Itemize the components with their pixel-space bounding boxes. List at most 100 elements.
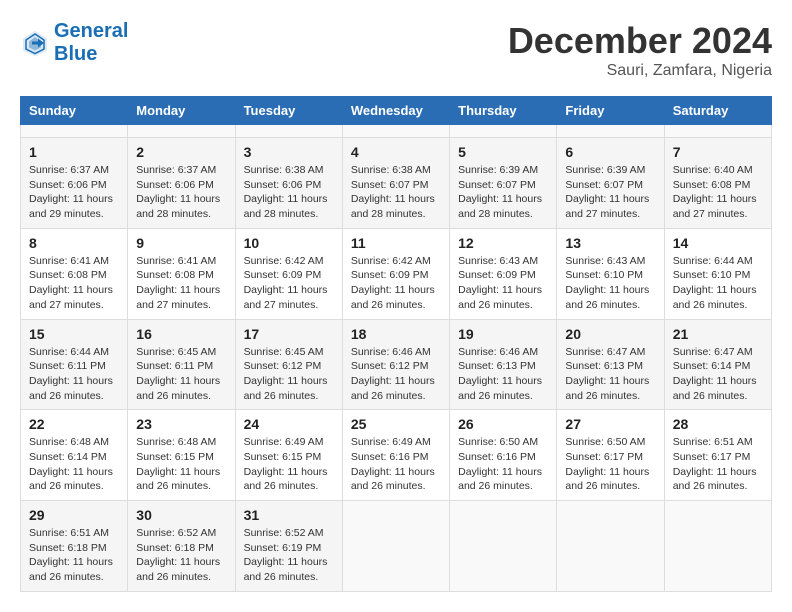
calendar-cell: 8Sunrise: 6:41 AMSunset: 6:08 PMDaylight…	[21, 228, 128, 319]
day-number: 22	[29, 416, 119, 432]
calendar-cell: 30 Sunrise: 6:52 AMSunset: 6:18 PMDayligh…	[128, 501, 235, 592]
day-number: 9	[136, 235, 226, 251]
day-info: Sunrise: 6:37 AMSunset: 6:06 PMDaylight:…	[136, 163, 226, 222]
day-info: Sunrise: 6:45 AMSunset: 6:12 PMDaylight:…	[244, 345, 334, 404]
page-header: General Blue December 2024 Sauri, Zamfar…	[20, 20, 772, 80]
calendar-cell	[342, 125, 449, 138]
day-info: Sunrise: 6:38 AMSunset: 6:07 PMDaylight:…	[351, 163, 441, 222]
column-header-wednesday: Wednesday	[342, 97, 449, 125]
day-number: 23	[136, 416, 226, 432]
calendar-week-5: 22Sunrise: 6:48 AMSunset: 6:14 PMDayligh…	[21, 410, 772, 501]
calendar-cell: 1 Sunrise: 6:37 AMSunset: 6:06 PMDaylight…	[21, 138, 128, 229]
calendar-cell: 6Sunrise: 6:39 AMSunset: 6:07 PMDaylight…	[557, 138, 664, 229]
calendar-cell: 13Sunrise: 6:43 AMSunset: 6:10 PMDayligh…	[557, 228, 664, 319]
calendar-cell	[557, 125, 664, 138]
month-title: December 2024	[508, 20, 772, 62]
column-header-friday: Friday	[557, 97, 664, 125]
day-number: 25	[351, 416, 441, 432]
calendar-cell: 28Sunrise: 6:51 AMSunset: 6:17 PMDayligh…	[664, 410, 771, 501]
day-info: Sunrise: 6:46 AMSunset: 6:13 PMDaylight:…	[458, 345, 548, 404]
day-number: 1	[29, 144, 119, 160]
day-number: 26	[458, 416, 548, 432]
day-number: 7	[673, 144, 763, 160]
day-info: Sunrise: 6:40 AMSunset: 6:08 PMDaylight:…	[673, 163, 763, 222]
calendar-cell	[664, 501, 771, 592]
day-number: 16	[136, 326, 226, 342]
day-number: 24	[244, 416, 334, 432]
logo-general: General	[54, 20, 128, 42]
day-number: 30	[136, 507, 226, 523]
calendar-cell: 4 Sunrise: 6:38 AMSunset: 6:07 PMDaylight…	[342, 138, 449, 229]
day-info: Sunrise: 6:51 AMSunset: 6:18 PMDaylight:…	[29, 526, 119, 585]
calendar-cell: 19 Sunrise: 6:46 AMSunset: 6:13 PMDayligh…	[450, 319, 557, 410]
calendar-cell: 2 Sunrise: 6:37 AMSunset: 6:06 PMDaylight…	[128, 138, 235, 229]
day-number: 31	[244, 507, 334, 523]
calendar-cell: 29 Sunrise: 6:51 AMSunset: 6:18 PMDayligh…	[21, 501, 128, 592]
day-info: Sunrise: 6:39 AMSunset: 6:07 PMDaylight:…	[565, 163, 655, 222]
calendar-cell	[21, 125, 128, 138]
day-info: Sunrise: 6:48 AMSunset: 6:15 PMDaylight:…	[136, 435, 226, 494]
title-block: December 2024 Sauri, Zamfara, Nigeria	[508, 20, 772, 80]
day-info: Sunrise: 6:52 AMSunset: 6:18 PMDaylight:…	[136, 526, 226, 585]
day-info: Sunrise: 6:39 AMSunset: 6:07 PMDaylight:…	[458, 163, 548, 222]
calendar-cell: 26 Sunrise: 6:50 AMSunset: 6:16 PMDayligh…	[450, 410, 557, 501]
day-info: Sunrise: 6:37 AMSunset: 6:06 PMDaylight:…	[29, 163, 119, 222]
calendar-cell	[450, 501, 557, 592]
day-number: 27	[565, 416, 655, 432]
calendar-cell	[664, 125, 771, 138]
day-info: Sunrise: 6:52 AMSunset: 6:19 PMDaylight:…	[244, 526, 334, 585]
day-info: Sunrise: 6:43 AMSunset: 6:09 PMDaylight:…	[458, 254, 548, 313]
day-info: Sunrise: 6:47 AMSunset: 6:13 PMDaylight:…	[565, 345, 655, 404]
calendar-cell	[342, 501, 449, 592]
calendar-cell: 15 Sunrise: 6:44 AMSunset: 6:11 PMDayligh…	[21, 319, 128, 410]
calendar-cell: 27Sunrise: 6:50 AMSunset: 6:17 PMDayligh…	[557, 410, 664, 501]
calendar-cell	[557, 501, 664, 592]
calendar-header-row: SundayMondayTuesdayWednesdayThursdayFrid…	[21, 97, 772, 125]
day-number: 17	[244, 326, 334, 342]
day-number: 29	[29, 507, 119, 523]
day-info: Sunrise: 6:49 AMSunset: 6:16 PMDaylight:…	[351, 435, 441, 494]
day-number: 5	[458, 144, 548, 160]
day-info: Sunrise: 6:41 AMSunset: 6:08 PMDaylight:…	[136, 254, 226, 313]
day-info: Sunrise: 6:44 AMSunset: 6:11 PMDaylight:…	[29, 345, 119, 404]
calendar-cell: 12 Sunrise: 6:43 AMSunset: 6:09 PMDayligh…	[450, 228, 557, 319]
day-info: Sunrise: 6:46 AMSunset: 6:12 PMDaylight:…	[351, 345, 441, 404]
column-header-monday: Monday	[128, 97, 235, 125]
logo-icon	[20, 28, 50, 58]
day-number: 13	[565, 235, 655, 251]
calendar-week-3: 8Sunrise: 6:41 AMSunset: 6:08 PMDaylight…	[21, 228, 772, 319]
day-info: Sunrise: 6:50 AMSunset: 6:16 PMDaylight:…	[458, 435, 548, 494]
day-number: 2	[136, 144, 226, 160]
calendar-cell: 31 Sunrise: 6:52 AMSunset: 6:19 PMDayligh…	[235, 501, 342, 592]
calendar-cell: 3 Sunrise: 6:38 AMSunset: 6:06 PMDaylight…	[235, 138, 342, 229]
calendar-cell: 11Sunrise: 6:42 AMSunset: 6:09 PMDayligh…	[342, 228, 449, 319]
calendar-table: SundayMondayTuesdayWednesdayThursdayFrid…	[20, 96, 772, 592]
column-header-tuesday: Tuesday	[235, 97, 342, 125]
calendar-week-4: 15 Sunrise: 6:44 AMSunset: 6:11 PMDayligh…	[21, 319, 772, 410]
location: Sauri, Zamfara, Nigeria	[508, 62, 772, 80]
calendar-cell: 21 Sunrise: 6:47 AMSunset: 6:14 PMDayligh…	[664, 319, 771, 410]
day-info: Sunrise: 6:38 AMSunset: 6:06 PMDaylight:…	[244, 163, 334, 222]
calendar-cell: 5 Sunrise: 6:39 AMSunset: 6:07 PMDaylight…	[450, 138, 557, 229]
calendar-cell: 16Sunrise: 6:45 AMSunset: 6:11 PMDayligh…	[128, 319, 235, 410]
day-number: 18	[351, 326, 441, 342]
day-number: 4	[351, 144, 441, 160]
day-number: 15	[29, 326, 119, 342]
calendar-cell: 20 Sunrise: 6:47 AMSunset: 6:13 PMDayligh…	[557, 319, 664, 410]
day-number: 20	[565, 326, 655, 342]
day-info: Sunrise: 6:47 AMSunset: 6:14 PMDaylight:…	[673, 345, 763, 404]
day-number: 12	[458, 235, 548, 251]
calendar-week-6: 29 Sunrise: 6:51 AMSunset: 6:18 PMDayligh…	[21, 501, 772, 592]
day-number: 19	[458, 326, 548, 342]
calendar-cell: 22Sunrise: 6:48 AMSunset: 6:14 PMDayligh…	[21, 410, 128, 501]
column-header-saturday: Saturday	[664, 97, 771, 125]
day-number: 21	[673, 326, 763, 342]
calendar-cell: 7 Sunrise: 6:40 AMSunset: 6:08 PMDaylight…	[664, 138, 771, 229]
calendar-cell	[235, 125, 342, 138]
calendar-cell	[450, 125, 557, 138]
day-number: 3	[244, 144, 334, 160]
calendar-week-2: 1 Sunrise: 6:37 AMSunset: 6:06 PMDaylight…	[21, 138, 772, 229]
day-number: 28	[673, 416, 763, 432]
calendar-cell: 23 Sunrise: 6:48 AMSunset: 6:15 PMDayligh…	[128, 410, 235, 501]
logo-blue: Blue	[54, 43, 128, 66]
